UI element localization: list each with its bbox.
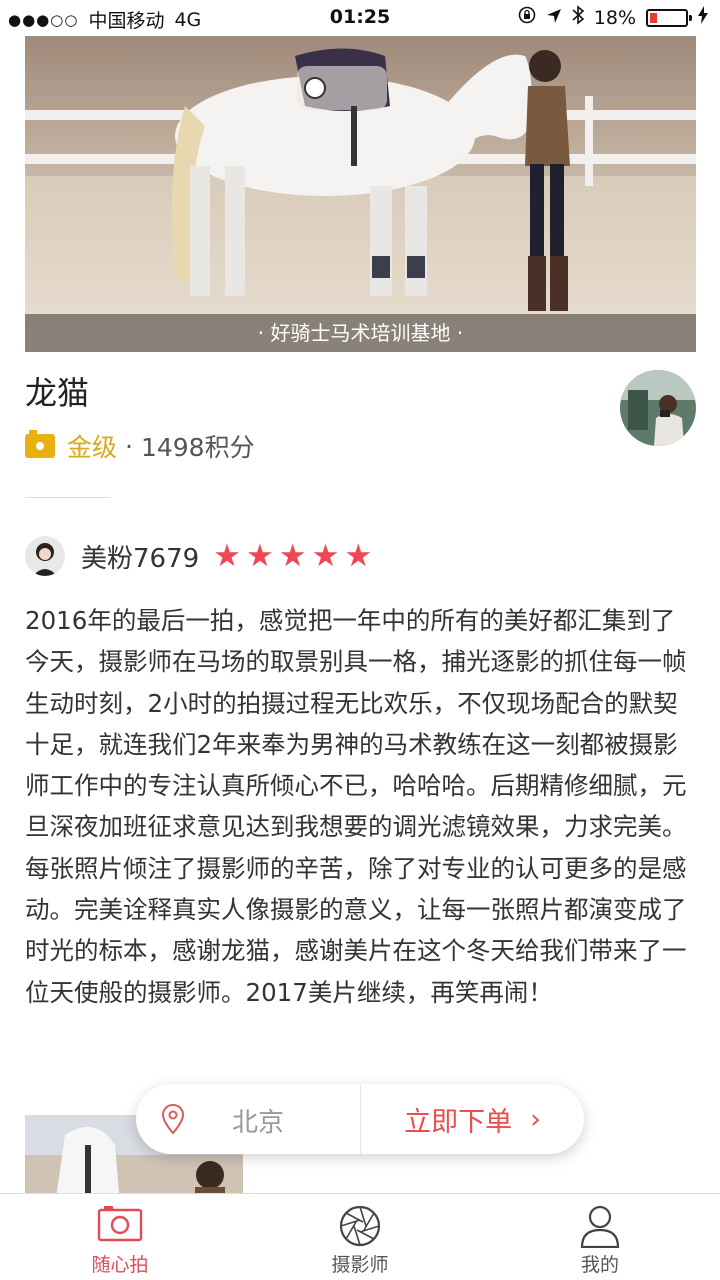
bluetooth-icon [572,5,585,30]
battery-icon [646,8,692,27]
location-arrow-icon [546,7,562,29]
photographer-avatar-image [620,370,696,446]
level-name: 金级 [67,433,118,462]
signal-dots-icon: ●●●○○ [8,10,79,29]
booking-bar: 北京 立即下单 › [136,1084,584,1154]
city-label: 北京 [232,1108,285,1138]
reviewer-avatar[interactable] [25,536,65,576]
order-now-button[interactable]: 立即下单 › [361,1084,584,1154]
review-header: 美粉7679 ★ ★ ★ ★ ★ [25,532,372,580]
star-icon: ★ [213,538,241,574]
level-separator: · [125,431,133,461]
rating-stars: ★ ★ ★ ★ ★ [213,538,372,574]
star-icon: ★ [344,538,373,574]
camera-badge-icon [25,430,55,458]
star-icon: ★ [245,538,274,574]
charging-icon [698,6,708,29]
order-now-label: 立即下单 [404,1106,513,1138]
battery-percent: 18% [593,6,636,29]
photographer-avatar[interactable] [620,370,696,446]
lock-rotation-icon [518,6,536,29]
network-type: 4G [174,8,202,31]
section-divider [25,497,111,498]
tab-me[interactable]: 我的 [480,1194,720,1280]
hero-caption: · 好骑士马术培训基地 · [25,314,696,352]
reviewer-name: 美粉7679 [81,543,200,574]
tab-label: 随心拍 [91,1254,149,1276]
status-bar: ●●●○○ 中国移动 4G 01:25 18% [0,0,720,36]
bottom-tab-bar: 随心拍 摄影师 我的 [0,1193,720,1280]
hero-photo-image [25,36,696,352]
carrier-label: 中国移动 [88,10,165,32]
city-selector[interactable]: 北京 [136,1084,360,1154]
location-pin-icon [161,1103,185,1138]
star-icon: ★ [311,538,340,574]
tab-label: 我的 [580,1254,619,1276]
user-icon [576,1204,624,1252]
review-text: 2016年的最后一拍，感觉把一年中的所有的美好都汇集到了今天，摄影师在马场的取景… [25,606,687,1007]
tab-shoot[interactable]: 随心拍 [0,1194,240,1280]
aperture-icon [336,1204,384,1252]
photographer-name: 龙猫 [25,374,90,412]
tab-label: 摄影师 [331,1254,389,1276]
level-row: 金级 · 1498积分 [25,428,255,464]
star-icon: ★ [278,538,307,574]
camera-icon [96,1204,144,1248]
chevron-right-icon: › [530,1103,541,1135]
hero-photo[interactable]: · 好骑士马术培训基地 · [25,36,696,352]
points-label: 1498积分 [140,433,255,462]
reviewer-avatar-image [25,536,65,576]
tab-photographers[interactable]: 摄影师 [240,1194,480,1280]
